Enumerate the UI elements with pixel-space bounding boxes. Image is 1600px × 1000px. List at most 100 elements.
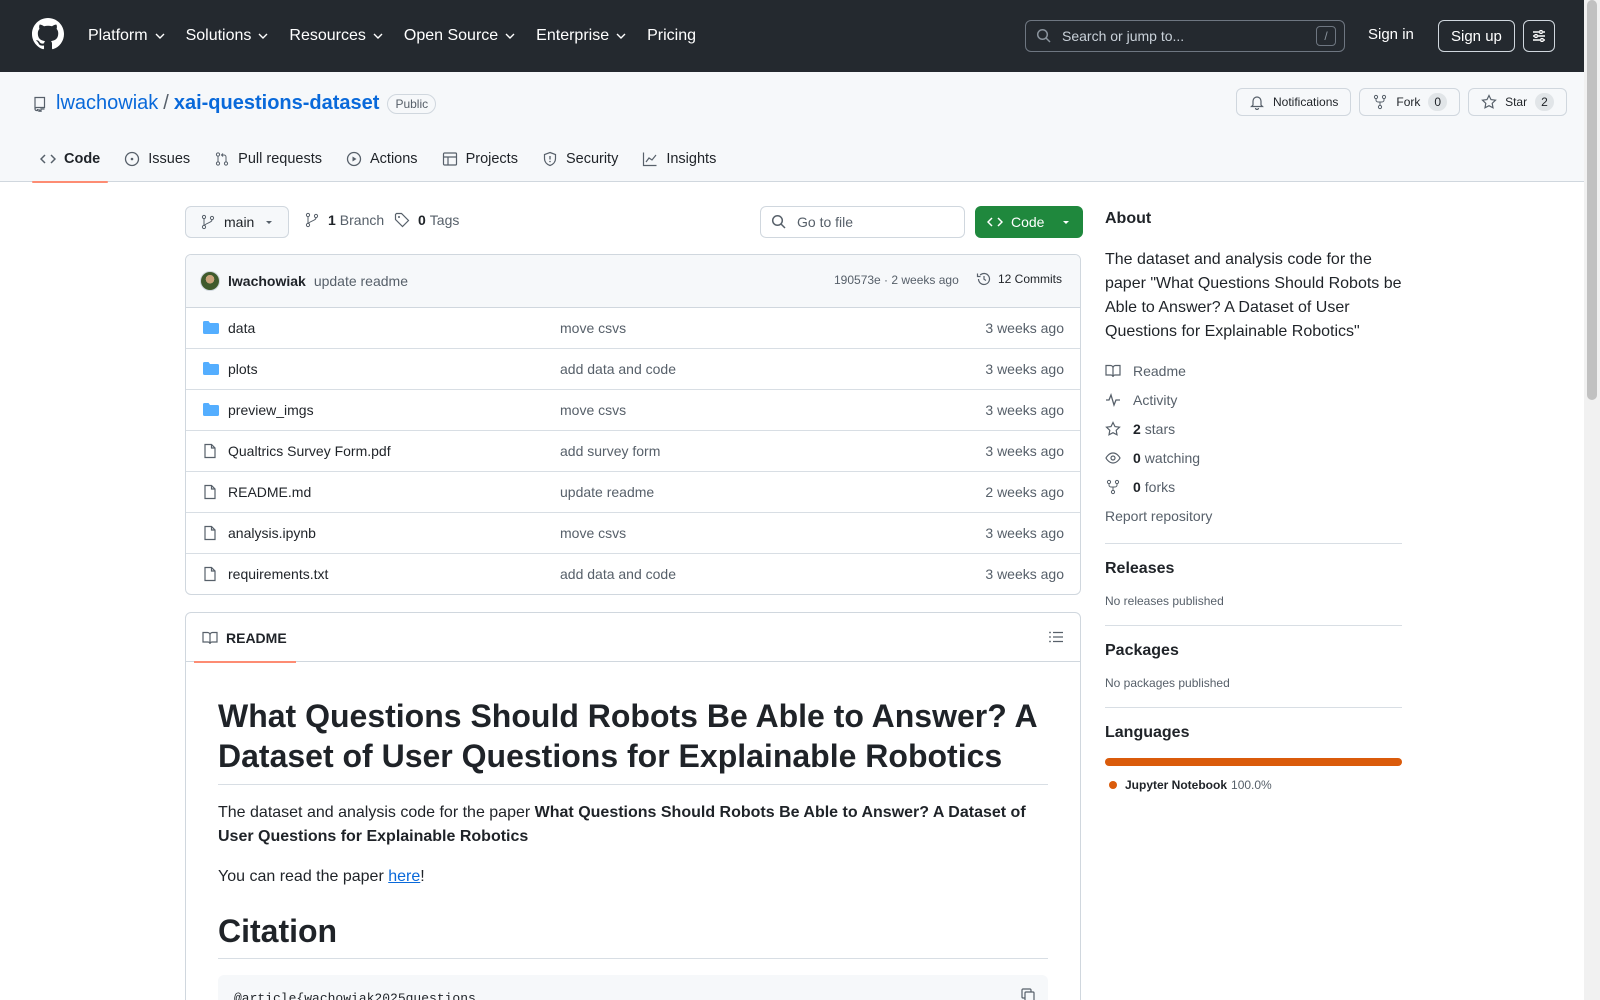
github-logo-icon[interactable] bbox=[32, 18, 64, 50]
branch-icon bbox=[201, 214, 215, 230]
languages-section: Languages Jupyter Notebook 100.0% bbox=[1105, 707, 1402, 792]
tab-pull-requests[interactable]: Pull requests bbox=[206, 136, 330, 182]
page-scrollbar[interactable] bbox=[1584, 0, 1600, 1000]
table-row[interactable]: Qualtrics Survey Form.pdf add survey form… bbox=[186, 431, 1080, 472]
commit-message-link[interactable]: update readme bbox=[314, 273, 408, 289]
code-dropdown-button[interactable]: Code bbox=[975, 206, 1083, 238]
table-row[interactable]: requirements.txt add data and code 3 weeks… bbox=[186, 554, 1080, 594]
file-name-link[interactable]: plots bbox=[228, 361, 258, 377]
table-icon bbox=[442, 152, 457, 166]
file-date: 3 weeks ago bbox=[985, 320, 1064, 336]
releases-empty-text: No releases published bbox=[1105, 594, 1224, 608]
table-row[interactable]: analysis.ipynb move csvs 3 weeks ago bbox=[186, 513, 1080, 554]
nav-solutions[interactable]: Solutions bbox=[186, 27, 270, 45]
commit-author-link[interactable]: lwachowiak bbox=[228, 273, 306, 289]
avatar[interactable] bbox=[200, 271, 220, 291]
file-name-link[interactable]: preview_imgs bbox=[228, 402, 314, 418]
nav-open-source[interactable]: Open Source bbox=[404, 27, 516, 45]
commit-meta[interactable]: 190573e · 2 weeks ago bbox=[834, 273, 959, 287]
file-commit-message-link[interactable]: add survey form bbox=[560, 443, 660, 459]
star-button[interactable]: Star 2 bbox=[1468, 88, 1567, 116]
repo-name-link[interactable]: xai-questions-dataset bbox=[174, 92, 380, 115]
sliders-icon bbox=[1533, 30, 1545, 42]
activity-label: Activity bbox=[1133, 391, 1178, 408]
readme-link-label: Readme bbox=[1133, 362, 1186, 379]
file-commit-message-link[interactable]: move csvs bbox=[560, 320, 626, 336]
file-name-link[interactable]: data bbox=[228, 320, 255, 336]
nav-enterprise[interactable]: Enterprise bbox=[536, 27, 627, 45]
table-row[interactable]: README.md update readme 2 weeks ago bbox=[186, 472, 1080, 513]
nav-platform[interactable]: Platform bbox=[88, 27, 166, 45]
tab-issues[interactable]: Issues bbox=[116, 136, 198, 182]
nav-resources[interactable]: Resources bbox=[289, 27, 383, 45]
table-row[interactable]: preview_imgs move csvs 3 weeks ago bbox=[186, 390, 1080, 431]
sign-in-link[interactable]: Sign in bbox=[1368, 26, 1414, 43]
packages-section: Packages No packages published bbox=[1105, 625, 1402, 690]
report-repository-link[interactable]: Report repository bbox=[1105, 507, 1402, 524]
search-input[interactable]: Search or jump to... / bbox=[1025, 20, 1345, 52]
go-to-file-input[interactable]: Go to file bbox=[760, 206, 965, 238]
language-item[interactable]: Jupyter Notebook 100.0% bbox=[1105, 778, 1402, 792]
nav-label: Open Source bbox=[403, 27, 499, 44]
file-icon bbox=[202, 525, 218, 541]
file-date: 3 weeks ago bbox=[985, 402, 1064, 418]
file-name-link[interactable]: analysis.ipynb bbox=[228, 525, 316, 541]
forks-count: 0 bbox=[1133, 478, 1141, 495]
branches-link[interactable]: 1 Branch bbox=[304, 212, 384, 228]
tab-readme[interactable]: README bbox=[194, 613, 296, 663]
nav-pricing[interactable]: Pricing bbox=[647, 27, 696, 45]
play-icon bbox=[346, 151, 362, 167]
nav-label: Pricing bbox=[647, 27, 696, 44]
chevron-down-icon bbox=[505, 33, 515, 39]
tab-label: Insights bbox=[666, 151, 717, 167]
settings-menu-button[interactable] bbox=[1523, 20, 1555, 52]
about-heading: About bbox=[1105, 210, 1152, 227]
sign-up-button[interactable]: Sign up bbox=[1438, 20, 1515, 52]
copy-button[interactable] bbox=[1020, 987, 1036, 1000]
tags-count: 0 bbox=[418, 212, 426, 228]
releases-heading[interactable]: Releases bbox=[1105, 560, 1402, 578]
star-icon bbox=[1481, 94, 1497, 109]
tab-insights[interactable]: Insights bbox=[634, 136, 724, 182]
file-commit-message-link[interactable]: move csvs bbox=[560, 402, 626, 418]
chevron-down-icon bbox=[373, 33, 383, 39]
file-commit-message-link[interactable]: add data and code bbox=[560, 566, 676, 582]
table-row[interactable]: data move csvs 3 weeks ago bbox=[186, 308, 1080, 349]
tab-security[interactable]: Security bbox=[534, 136, 626, 182]
file-commit-message-link[interactable]: update readme bbox=[560, 484, 654, 500]
file-commit-message-link[interactable]: move csvs bbox=[560, 525, 626, 541]
file-name-link[interactable]: README.md bbox=[228, 484, 311, 500]
watchers-link[interactable]: 0 watching bbox=[1105, 449, 1402, 466]
chevron-down-icon bbox=[258, 33, 268, 39]
repo-owner-link[interactable]: lwachowiak bbox=[56, 92, 158, 115]
forks-link[interactable]: 0 forks bbox=[1105, 478, 1402, 495]
tab-projects[interactable]: Projects bbox=[434, 136, 526, 182]
packages-heading[interactable]: Packages bbox=[1105, 642, 1402, 660]
tab-actions[interactable]: Actions bbox=[338, 136, 426, 182]
copy-icon bbox=[1021, 988, 1035, 1000]
forks-label: forks bbox=[1144, 478, 1176, 495]
readme-link[interactable]: Readme bbox=[1105, 362, 1402, 379]
file-name-link[interactable]: requirements.txt bbox=[228, 566, 328, 582]
tags-link[interactable]: 0 Tags bbox=[394, 212, 459, 228]
activity-link[interactable]: Activity bbox=[1105, 391, 1402, 408]
table-of-contents-button[interactable] bbox=[1048, 629, 1064, 645]
table-row[interactable]: plots add data and code 3 weeks ago bbox=[186, 349, 1080, 390]
caret-down-icon bbox=[266, 221, 272, 224]
caret-down-icon bbox=[1063, 221, 1069, 224]
scrollbar-thumb[interactable] bbox=[1587, 0, 1597, 400]
file-commit-message-link[interactable]: add data and code bbox=[560, 361, 676, 377]
star-icon bbox=[1105, 420, 1121, 436]
branch-selector[interactable]: main bbox=[185, 206, 289, 238]
file-name-link[interactable]: Qualtrics Survey Form.pdf bbox=[228, 443, 391, 459]
tab-code[interactable]: Code bbox=[32, 136, 109, 183]
notifications-button[interactable]: Notifications bbox=[1236, 88, 1352, 116]
branch-name: main bbox=[224, 214, 255, 230]
fork-button[interactable]: Fork 0 bbox=[1359, 88, 1461, 116]
stars-link[interactable]: 2 stars bbox=[1105, 420, 1402, 437]
commits-history-link[interactable]: 12 Commits bbox=[976, 271, 1062, 287]
readme-read-prefix: You can read the paper bbox=[218, 868, 389, 885]
paper-link[interactable]: here bbox=[388, 868, 420, 885]
tag-icon bbox=[394, 212, 410, 228]
eye-icon bbox=[1105, 451, 1121, 464]
